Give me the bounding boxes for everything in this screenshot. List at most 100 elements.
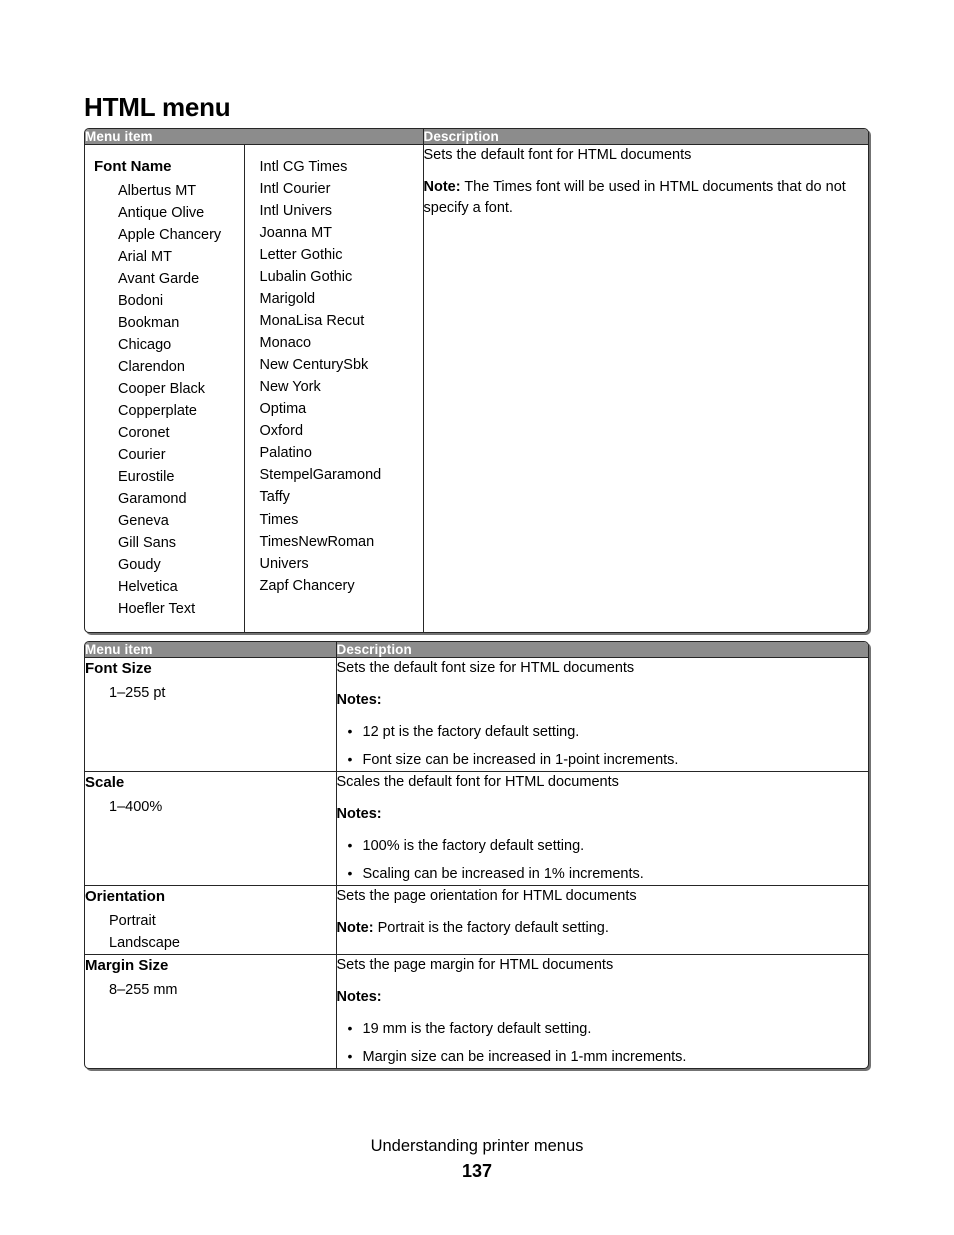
font-option: Chicago [118,336,172,353]
menu-item-label: Orientation [85,888,166,906]
notes-list: 19 mm is the factory default setting. Mar… [337,1018,869,1068]
description-text: Sets the default font for HTML documents [423,147,692,163]
note-text: The Times font will be used in HTML docu… [423,179,846,217]
table-row: Font Size 1–255 pt Sets the default font s… [85,657,869,772]
font-option: Apple Chancery [118,226,222,243]
font-option: Zapf Chancery [259,577,355,594]
footer-page-number: 137 [461,1161,493,1182]
font-option: TimesNewRoman [259,533,375,550]
table-row: Scale 1–400% Scales the default font for H… [85,771,869,886]
menu-item-option: 1–400% [109,798,163,815]
font-option: Lubalin Gothic [259,269,353,286]
note-text: Portrait is the factory default setting. [373,920,609,937]
font-option: Helvetica [118,579,178,596]
font-option: Gill Sans [118,535,177,552]
font-option: Cooper Black [118,381,206,398]
column-header-menu-item: Menu item [85,129,423,145]
description-text: Sets the page orientation for HTML docum… [336,888,637,905]
description-text: Scales the default font for HTML documen… [336,774,619,791]
font-option: New York [259,379,321,396]
font-option: Intl Univers [259,203,333,220]
font-option: Marigold [259,291,316,308]
font-option: Intl CG Times [259,159,348,175]
font-option: Palatino [259,445,312,462]
notes-list: 100% is the factory default setting. Scal… [337,835,869,885]
font-option: MonaLisa Recut [259,313,365,330]
font-option: New CenturySbk [259,357,369,374]
font-option: Bodoni [118,292,164,309]
document-page: HTML menu Menu item Description Font Nam… [0,0,954,1235]
font-option: Monaco [259,335,312,352]
font-name-column-1: Font Name Albertus MT Antique Olive Apple … [85,145,244,633]
notes-label: Notes: [336,806,382,823]
menu-item-cell: Scale 1–400% [85,771,336,886]
page-title: HTML menu [84,92,231,123]
font-option: Albertus MT [118,182,197,199]
description-note: Note: The Times font will be used in HTM… [423,177,869,219]
font-option: Hoefler Text [118,601,196,618]
font-option-list-2: Intl CG Times Intl Courier Intl Univers Joa… [254,156,414,597]
table-body: Font Size 1–255 pt Sets the default font s… [85,657,869,1068]
font-option: Joanna MT [259,225,333,242]
font-option: Antique Olive [118,204,205,221]
note-item: 100% is the factory default setting. [348,835,869,857]
menu-item-label: Font Name [94,158,172,175]
table-row: Margin Size 8–255 mm Sets the page margin … [85,953,869,1068]
font-option: Garamond [118,491,187,508]
menu-item-cell: Font Size 1–255 pt [85,658,336,772]
html-properties-table: Menu item Description Font Size 1–255 pt S… [84,641,869,1069]
menu-item-label: Font Size [85,660,152,677]
menu-item-label: Scale [85,774,125,792]
menu-item-option: 8–255 mm [109,981,178,998]
menu-item-cell: Orientation Portrait Landscape [85,885,336,955]
font-option: Courier [118,447,166,464]
font-name-column-2: Intl CG Times Intl Courier Intl Univers Joa… [243,144,423,633]
font-option: Geneva [118,513,169,530]
font-option: Times [259,511,299,528]
font-option: Coronet [118,425,170,442]
footer-section-title: Understanding printer menus [370,1137,584,1155]
font-name-table: Menu item Description Font Name Albertus… [84,128,869,634]
description-text: Sets the page margin for HTML documents [336,956,614,973]
font-option-list-1: Albertus MT Antique Olive Apple Chancery Ar… [94,180,235,621]
note-label: Note: [423,179,461,196]
note-item: 19 mm is the factory default setting. [348,1018,869,1040]
column-header-description: Description [335,642,868,658]
font-option: Univers [259,555,309,572]
description-cell: Sets the default font size for HTML docu… [335,657,869,772]
font-option: Oxford [259,423,304,440]
table-row: Orientation Portrait Landscape Sets the pag… [85,885,869,955]
font-name-description: Sets the default font for HTML documents… [422,144,869,633]
font-option: Taffy [259,489,290,506]
table-row: Font Name Albertus MT Antique Olive Apple … [85,144,869,633]
menu-item-cell: Margin Size 8–255 mm [85,953,336,1068]
note-item: Margin size can be increased in 1-mm inc… [348,1046,869,1068]
font-option: Bookman [118,314,180,331]
font-option: Optima [259,401,307,418]
font-option: Avant Garde [118,270,200,287]
note-item: Scaling can be increased in 1% increment… [348,863,869,885]
description-note: Note: Portrait is the factory default se… [336,918,869,939]
column-header-description: Description [422,129,868,145]
menu-item-option: 1–255 pt [109,684,166,701]
description-cell: Sets the page margin for HTML documents N… [335,953,869,1068]
table-header-row: Menu item Description [85,642,868,658]
font-option: Arial MT [118,248,172,265]
note-item: 12 pt is the factory default setting. [348,721,869,743]
note-item: Font size can be increased in 1-point in… [348,749,869,771]
description-cell: Scales the default font for HTML documen… [335,771,869,886]
description-text: Sets the default font size for HTML docu… [336,660,635,676]
menu-item-option: Landscape [109,934,180,951]
menu-item-option: Portrait [109,912,156,929]
menu-item-label: Margin Size [85,956,169,974]
font-option: Clarendon [118,359,185,375]
font-option: Copperplate [118,403,197,420]
note-label: Note: [336,920,374,937]
font-option: Eurostile [118,469,175,486]
font-option: Letter Gothic [259,247,343,264]
notes-list: 12 pt is the factory default setting. Fon… [337,721,869,771]
column-header-menu-item: Menu item [85,642,336,658]
font-option: Intl Courier [259,181,331,198]
font-option: Goudy [118,557,161,574]
description-cell: Sets the page orientation for HTML docum… [335,885,869,955]
